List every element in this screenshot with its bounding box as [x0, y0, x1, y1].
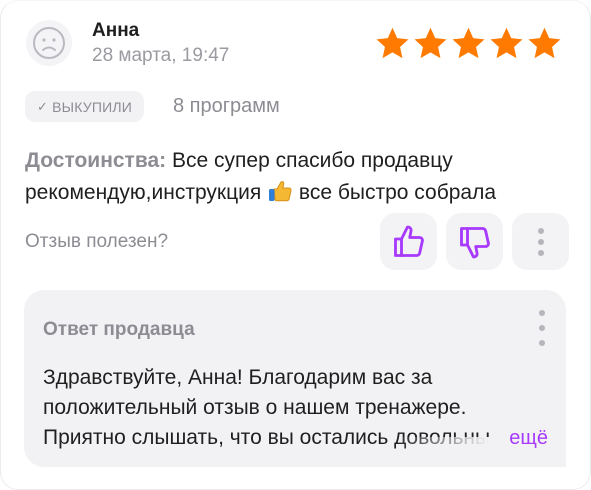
seller-reply: Ответ продавца Здравствуйте, Анна! Благо…: [24, 290, 566, 467]
star-icon: [528, 27, 561, 59]
more-vertical-icon: [537, 227, 544, 256]
helpful-question: Отзыв полезен?: [25, 231, 169, 252]
more-vertical-dot: [539, 340, 545, 346]
seller-reply-title: Ответ продавца: [43, 319, 195, 340]
dislike-button[interactable]: [446, 213, 503, 270]
rating-stars: [374, 25, 563, 62]
like-button[interactable]: [380, 213, 437, 270]
review-text-label: Достоинства:: [25, 149, 167, 172]
more-vertical-icon: [539, 310, 545, 316]
user-avatar-icon: [26, 20, 72, 66]
more-vertical-dot: [539, 325, 545, 331]
purchased-badge: ✓ ВЫКУПИЛИ: [25, 91, 145, 122]
product-variant: 8 программ: [173, 95, 280, 117]
thumbs-up-emoji-icon: [267, 176, 293, 207]
check-icon: ✓: [37, 98, 49, 114]
review-author: Анна: [92, 20, 140, 41]
thumbs-up-icon: [393, 225, 424, 257]
review-text: Достоинства: Все супер спасибо продавцу …: [25, 145, 570, 208]
thumbs-down-icon: [459, 226, 490, 258]
star-icon: [414, 27, 447, 59]
purchased-badge-label: ВЫКУПИЛИ: [52, 98, 133, 115]
star-icon: [452, 27, 485, 59]
reply-more-options-button[interactable]: [536, 310, 548, 346]
review-date: 28 марта, 19:47: [92, 45, 230, 66]
more-options-button[interactable]: [512, 213, 569, 270]
star-icon: [376, 27, 409, 59]
show-more-link[interactable]: ещё: [509, 427, 548, 450]
star-icon: [490, 27, 523, 59]
review-text-part2: все быстро собрала: [298, 181, 497, 204]
